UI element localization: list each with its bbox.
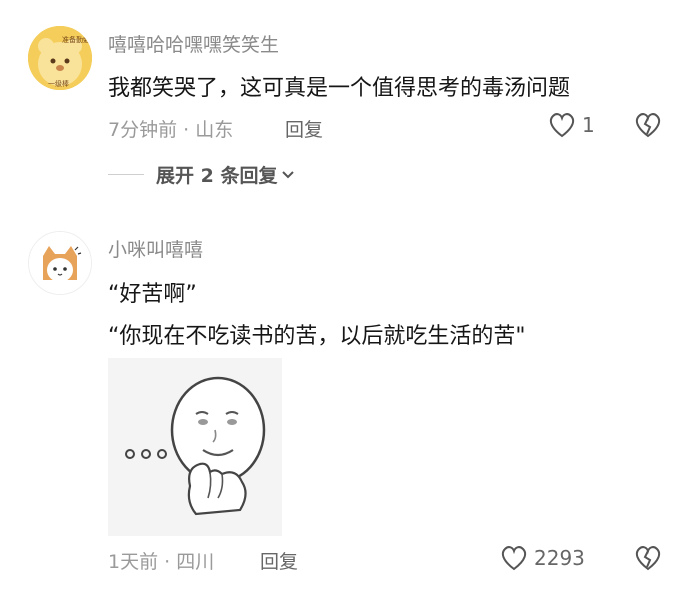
expand-replies-button[interactable]: 展开 2 条回复	[108, 161, 295, 188]
avatar-image: 准备勤勉 一级棒	[28, 26, 92, 90]
broken-heart-icon	[635, 113, 661, 138]
heart-outline-icon	[501, 546, 527, 571]
comment-text-line: “好苦啊”	[108, 282, 197, 307]
broken-heart-icon	[635, 546, 661, 571]
meme-face-sticker	[108, 358, 282, 536]
username[interactable]: 嘻嘻哈哈嘿嘿笑笑生	[108, 30, 279, 57]
avatar-caption-top: 准备勤勉	[62, 35, 90, 44]
avatar[interactable]	[28, 231, 92, 295]
dislike-button[interactable]	[634, 112, 662, 142]
like-count: 1	[582, 113, 595, 137]
avatar[interactable]: 准备勤勉 一级棒	[28, 26, 92, 90]
comment-meta: 1天前 · 四川	[108, 551, 215, 573]
reply-button[interactable]: 回复	[285, 115, 323, 142]
comment-text: 我都笑哭了，这可真是一个值得思考的毒汤问题	[108, 76, 571, 101]
heart-outline-icon	[549, 113, 575, 138]
like-button[interactable]: 1	[548, 112, 595, 138]
like-button[interactable]: 2293	[500, 545, 585, 571]
reply-button[interactable]: 回复	[260, 547, 298, 574]
expand-replies-label: 展开 2 条回复	[156, 165, 278, 187]
comment-meta: 7分钟前 · 山东	[108, 119, 234, 141]
avatar-caption-bottom: 一级棒	[48, 79, 69, 88]
comment-text-line: “你现在不吃读书的苦，以后就吃生活的苦"	[108, 324, 526, 349]
like-count: 2293	[534, 546, 585, 570]
sticker-image[interactable]	[108, 358, 282, 536]
chevron-down-icon	[282, 170, 295, 178]
avatar-image	[29, 232, 91, 294]
username[interactable]: 小咪叫嘻嘻	[108, 235, 203, 262]
dislike-button[interactable]	[634, 545, 662, 575]
divider-line	[108, 174, 144, 175]
